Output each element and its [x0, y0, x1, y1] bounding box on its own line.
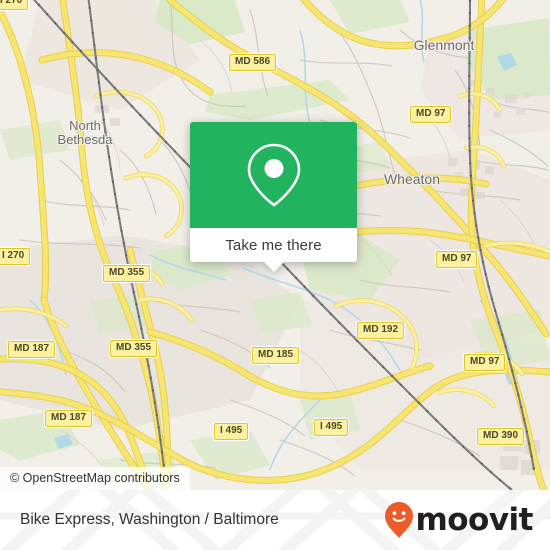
highway-shield: MD 97	[410, 106, 452, 123]
highway-shield: MD 187	[45, 410, 93, 427]
highway-shield: MD 355	[103, 265, 151, 282]
popup-action-bar[interactable]: Take me there	[190, 228, 357, 272]
highway-shield: MD 97	[436, 251, 478, 268]
moovit-brand[interactable]: moovit	[384, 501, 533, 539]
map-canvas[interactable]: .park { fill:#d7e8c4; } .resid { fill:#e…	[0, 0, 550, 490]
moovit-wordmark: moovit	[415, 501, 533, 538]
moovit-station-map-card: .park { fill:#d7e8c4; } .resid { fill:#e…	[0, 0, 550, 550]
moovit-smiling-pin-icon	[385, 502, 414, 538]
highway-shield: MD 185	[252, 347, 300, 364]
take-me-there-popup[interactable]: Take me there	[190, 122, 357, 272]
highway-shield: I 270	[0, 0, 29, 10]
highway-shield: MD 192	[357, 322, 405, 339]
highway-shield: MD 355	[110, 340, 158, 357]
highway-shield: I 495	[314, 419, 349, 436]
popup-pointer-tail	[262, 261, 285, 272]
highway-shield: MD 187	[8, 341, 56, 358]
footer-bar: Bike Express, Washington / Baltimore moo…	[0, 490, 550, 550]
highway-shield: I 495	[214, 423, 249, 440]
highway-shield: I 270	[0, 248, 31, 265]
osm-attribution[interactable]: © OpenStreetMap contributors	[0, 467, 190, 490]
map-pin-icon	[247, 143, 300, 207]
take-me-there-label: Take me there	[225, 236, 322, 254]
popup-icon-area	[190, 122, 357, 228]
highway-shield: MD 390	[477, 428, 525, 445]
highway-shield: MD 97	[464, 354, 506, 371]
highway-shield: MD 586	[229, 54, 277, 71]
station-title: Bike Express, Washington / Baltimore	[20, 511, 279, 528]
